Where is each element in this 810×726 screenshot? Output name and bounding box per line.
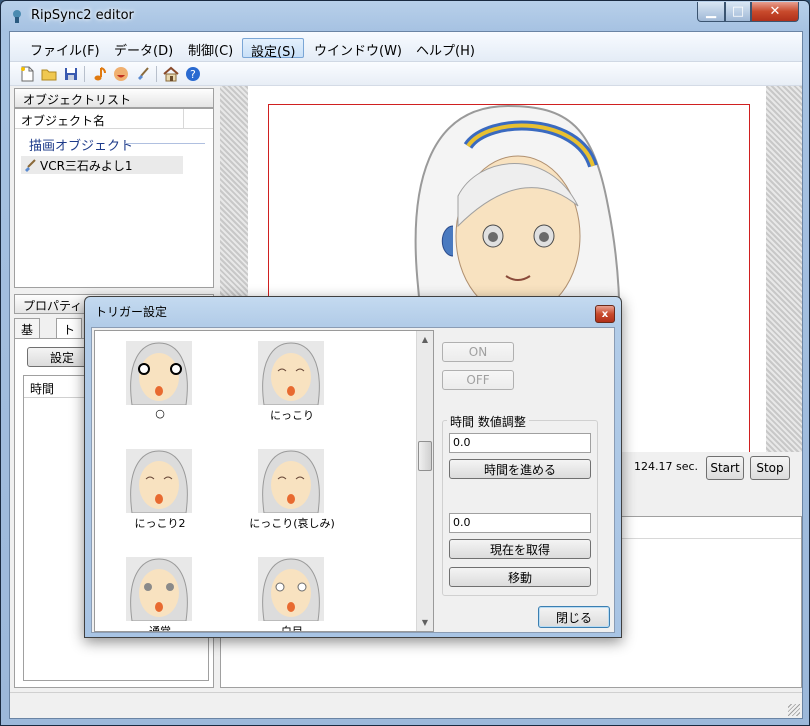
time-adjust-label: 時間 数値調整 — [447, 413, 529, 430]
face-thumbnail — [258, 449, 324, 513]
object-list[interactable]: オブジェクト名 描画オブジェクト VCR三石みよし1 — [14, 108, 214, 288]
dialog-close-icon[interactable]: x — [595, 305, 615, 323]
resize-grip[interactable] — [788, 704, 800, 716]
brush-icon — [25, 159, 36, 172]
object-name-column[interactable]: オブジェクト名 — [15, 109, 213, 129]
start-button[interactable]: Start — [706, 456, 744, 480]
menu-data[interactable]: データ(D) — [106, 38, 181, 59]
window-title: RipSync2 editor — [31, 8, 134, 23]
minimize-icon: ▁ — [706, 4, 716, 19]
menu-control[interactable]: 制御(C) — [180, 38, 241, 59]
face-label: にっこり(哀しみ) — [249, 517, 335, 530]
close-button[interactable]: ✕ — [751, 2, 799, 22]
face-thumbnail — [126, 557, 192, 621]
dialog-body: ○ にっこり にっこり2 にっこり(哀しみ) 通常 白目 ▲ ▼ ON OFF … — [91, 327, 615, 633]
dialog-close-button[interactable]: 閉じる — [538, 606, 610, 628]
scroll-thumb[interactable] — [418, 441, 432, 471]
stop-button[interactable]: Stop — [750, 456, 790, 480]
column-spacer — [183, 109, 213, 129]
face-item[interactable]: にっこり2 — [105, 449, 215, 549]
menu-bar: ファイル(F) データ(D) 制御(C) 設定(S) ウインドウ(W) ヘルプ(… — [10, 32, 802, 62]
home-icon[interactable] — [162, 65, 180, 83]
status-bar — [10, 692, 802, 718]
scroll-up-icon[interactable]: ▲ — [417, 331, 433, 348]
mouth-icon[interactable] — [112, 65, 130, 83]
face-thumbnail — [126, 449, 192, 513]
face-thumbnail — [258, 557, 324, 621]
menu-help[interactable]: ヘルプ(H) — [408, 38, 483, 59]
current-time-field[interactable]: 0.0 — [449, 513, 591, 533]
time-column-label: 時間 — [30, 382, 55, 396]
face-label: にっこり — [270, 409, 314, 422]
face-label: 白目 — [281, 625, 303, 632]
close-icon: ✕ — [769, 4, 781, 19]
face-thumbnail — [126, 341, 192, 405]
tab-trigger[interactable]: トリガ — [56, 318, 83, 371]
column-label: オブジェクト名 — [21, 114, 106, 128]
group-divider — [125, 143, 205, 144]
new-file-icon[interactable] — [18, 65, 36, 83]
face-item[interactable]: にっこり — [237, 341, 347, 441]
group-label: 描画オブジェクト — [29, 139, 134, 154]
get-current-button[interactable]: 現在を取得 — [449, 539, 591, 559]
brush-icon[interactable] — [134, 65, 152, 83]
save-icon[interactable] — [62, 65, 80, 83]
face-item[interactable]: 白目 — [237, 557, 347, 632]
tab-basic[interactable]: 基本 — [14, 318, 41, 354]
off-button[interactable]: OFF — [442, 370, 514, 390]
face-item[interactable]: 通常 — [105, 557, 215, 632]
app-icon — [13, 10, 21, 23]
face-item[interactable]: にっこり(哀しみ) — [237, 449, 347, 549]
face-label: にっこり2 — [134, 517, 186, 530]
menu-file[interactable]: ファイル(F) — [22, 38, 108, 59]
maximize-button[interactable]: □ — [725, 2, 751, 22]
advance-time-button[interactable]: 時間を進める — [449, 459, 591, 479]
title-bar[interactable]: RipSync2 editor ▁ □ ✕ — [1, 1, 809, 31]
toolbar-separator — [156, 66, 157, 82]
toolbar: ? — [10, 62, 802, 86]
face-item[interactable]: ○ — [105, 341, 215, 441]
music-note-icon[interactable] — [90, 65, 108, 83]
time-value-field[interactable]: 0.0 — [449, 433, 591, 453]
list-item[interactable]: VCR三石みよし1 — [21, 156, 183, 174]
toolbar-separator — [84, 66, 85, 82]
face-list[interactable]: ○ にっこり にっこり2 にっこり(哀しみ) 通常 白目 ▲ ▼ — [94, 330, 434, 632]
object-list-header: オブジェクトリスト — [14, 88, 214, 108]
scroll-down-icon[interactable]: ▼ — [417, 614, 433, 631]
trigger-settings-dialog: トリガー設定 x ○ にっこり にっこり2 にっこり(哀しみ) 通常 白目 ▲ … — [84, 296, 622, 638]
time-adjust-group: 時間 数値調整 0.0 時間を進める 0.0 現在を取得 移動 — [442, 413, 598, 596]
menu-window[interactable]: ウインドウ(W) — [306, 38, 410, 59]
dialog-title: トリガー設定 — [95, 305, 168, 319]
help-icon[interactable]: ? — [184, 65, 202, 83]
minimize-button[interactable]: ▁ — [697, 2, 725, 22]
face-label: 通常 — [149, 625, 171, 632]
object-item-label: VCR三石みよし1 — [40, 158, 133, 173]
maximize-icon: □ — [731, 4, 745, 19]
on-button[interactable]: ON — [442, 342, 514, 362]
open-folder-icon[interactable] — [40, 65, 58, 83]
face-label: ○ — [155, 407, 165, 420]
face-thumbnail — [258, 341, 324, 405]
svg-text:?: ? — [190, 68, 196, 81]
move-button[interactable]: 移動 — [449, 567, 591, 587]
time-readout: 124.17 sec. — [634, 460, 699, 473]
menu-settings[interactable]: 設定(S) — [242, 38, 305, 60]
face-list-scrollbar[interactable]: ▲ ▼ — [416, 331, 433, 631]
